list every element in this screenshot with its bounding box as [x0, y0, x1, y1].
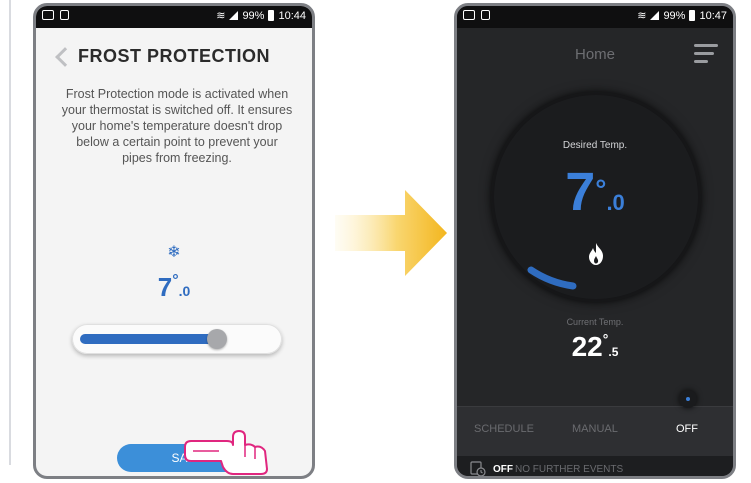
current-temp-label: Current Temp.: [566, 317, 624, 327]
transition-arrow-icon: [335, 190, 447, 276]
status-time: 10:47: [699, 9, 727, 22]
battery-icon: [268, 10, 275, 21]
status-bar: ≋ 99% 10:44: [36, 6, 312, 28]
gallery-icon: [463, 10, 475, 20]
signal-icon: [650, 11, 660, 20]
page-title: Home: [574, 46, 615, 63]
status-bar: ≋ 99% 10:47: [457, 6, 733, 28]
home-thermostat-phone: ≋ 99% 10:47 Home Desired Temp. 7°.0 Curr…: [454, 3, 736, 479]
frost-temperature-slider[interactable]: [72, 324, 282, 354]
current-temp-fraction: .5: [608, 345, 619, 359]
events-status: OFF: [493, 464, 513, 475]
wifi-icon: ≋: [216, 10, 226, 22]
battery-icon: [689, 10, 696, 21]
events-text: NO FURTHER EVENTS: [515, 464, 624, 475]
status-indicators: ≋ 99% 10:44: [216, 9, 306, 23]
battery-percent: 99%: [242, 9, 265, 22]
slider-knob[interactable]: [207, 329, 227, 349]
frost-temp-fraction: .0: [178, 283, 191, 299]
desired-temp-fraction: .0: [606, 190, 625, 215]
status-indicators: ≋ 99% 10:47: [637, 9, 727, 23]
notification-icons: [463, 10, 490, 20]
desired-temp-degree: °: [595, 174, 607, 205]
snowflake-icon: ❄: [167, 244, 181, 261]
page-divider-line: [9, 0, 11, 465]
frost-protection-phone: ≋ 99% 10:44 FROST PROTECTION Frost Prote…: [33, 3, 315, 479]
signal-icon: [229, 11, 239, 20]
frost-temp-whole: 7: [157, 272, 173, 302]
mode-selector-bar: SCHEDULE MANUAL OFF: [457, 406, 733, 457]
desired-temp-whole: 7: [565, 162, 596, 222]
menu-icon[interactable]: [694, 44, 718, 68]
schedule-clock-icon: [470, 461, 486, 476]
slider-fill: [80, 334, 217, 344]
events-bar: OFF NO FURTHER EVENTS: [457, 456, 733, 476]
mode-schedule-button[interactable]: SCHEDULE: [474, 423, 534, 435]
tapping-hand-icon: [184, 430, 268, 475]
notification-icons: [42, 10, 69, 20]
page-title: FROST PROTECTION: [78, 46, 270, 66]
frost-protection-description: Frost Protection mode is activated when …: [61, 87, 293, 165]
wifi-icon: ≋: [637, 10, 647, 22]
current-temp-whole: 22: [571, 331, 603, 362]
desired-temperature: 7°.0: [457, 162, 733, 233]
battery-percent: 99%: [663, 9, 686, 22]
active-mode-indicator: [679, 390, 697, 408]
current-temperature: 22°.5: [457, 331, 733, 363]
status-time: 10:44: [278, 9, 306, 22]
frost-temperature: 7°.0: [36, 272, 312, 303]
gallery-icon: [42, 10, 54, 20]
mode-manual-button[interactable]: MANUAL: [572, 423, 618, 435]
mode-off-button[interactable]: OFF: [676, 423, 698, 435]
download-icon: [60, 10, 69, 20]
flame-icon: [589, 243, 603, 265]
download-icon: [481, 10, 490, 20]
desired-temp-label: Desired Temp.: [562, 140, 628, 151]
